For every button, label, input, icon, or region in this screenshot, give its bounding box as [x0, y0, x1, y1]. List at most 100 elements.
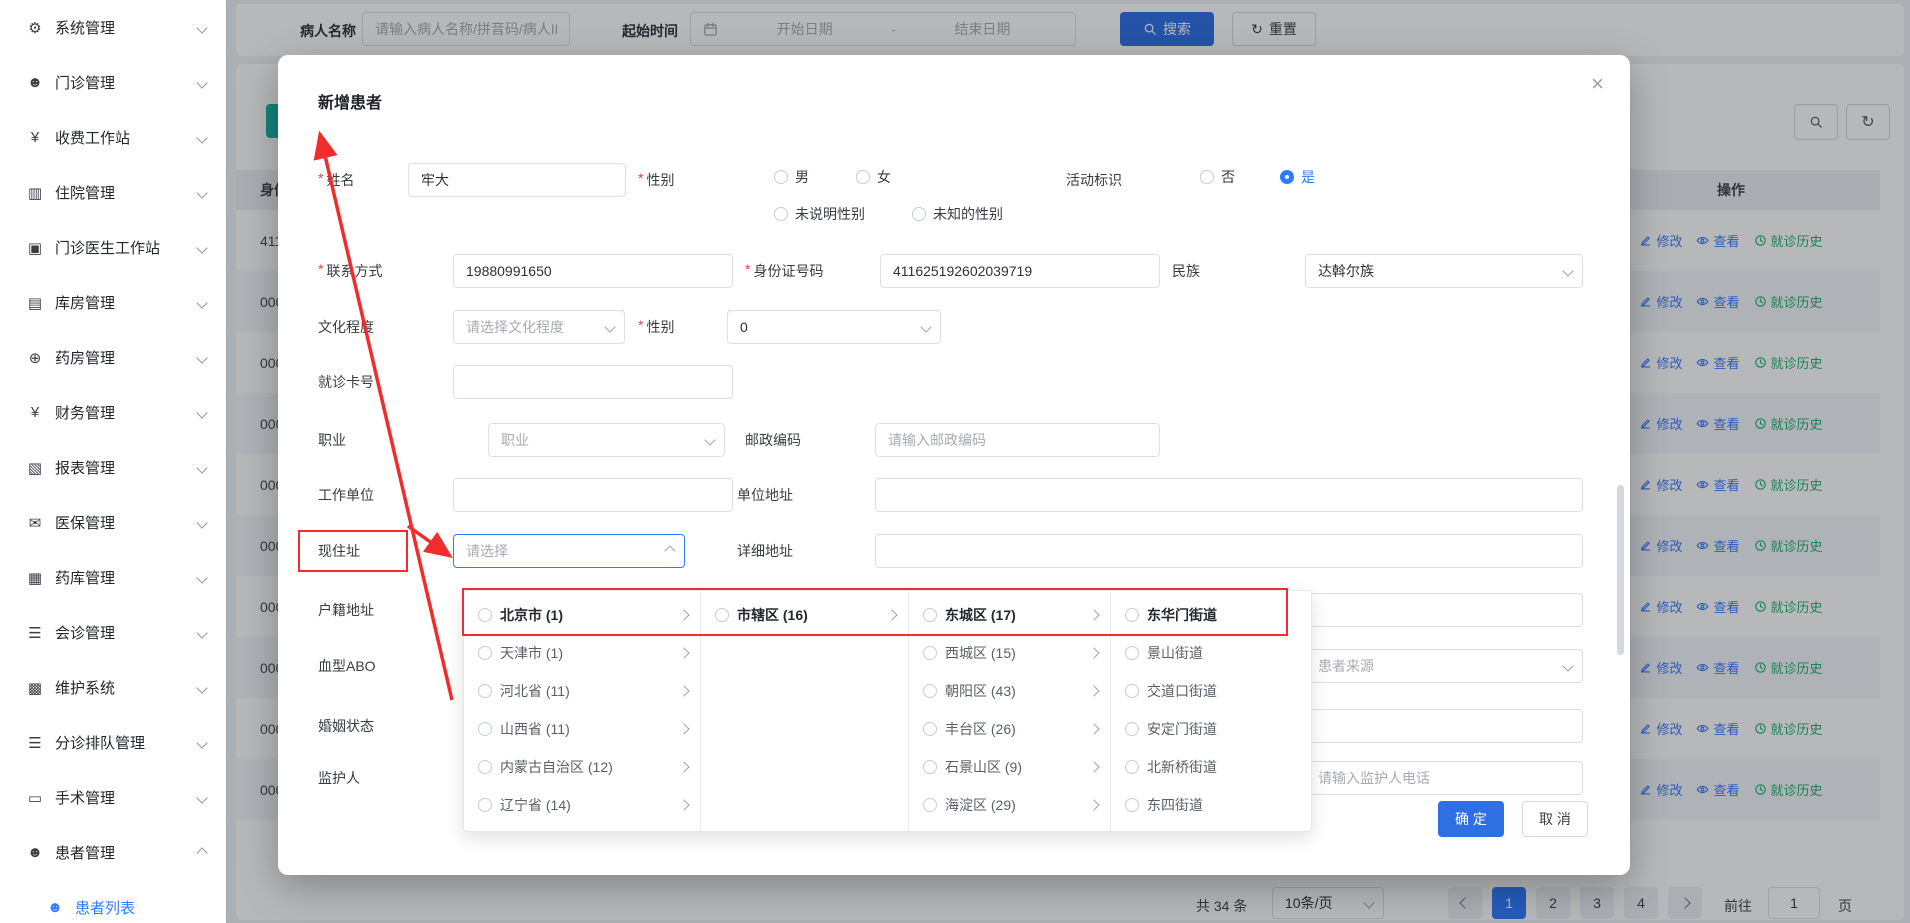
sidebar-item-triage-queue[interactable]: ☰ 分诊排队管理	[0, 715, 226, 770]
chevron-down-icon	[196, 847, 207, 858]
radio-icon	[1125, 722, 1139, 736]
sidebar-item-outpatient-doctor[interactable]: ▣ 门诊医生工作站	[0, 220, 226, 275]
cascader-street-option[interactable]: 安定门街道	[1111, 710, 1311, 748]
cascader-district-option[interactable]: 朝阳区 (43)	[909, 672, 1110, 710]
cascader-option-label: 海淀区 (29)	[945, 795, 1016, 815]
sidebar-item-consultation[interactable]: ☰ 会诊管理	[0, 605, 226, 660]
cascader-province-option[interactable]: 北京市 (1)	[464, 596, 700, 634]
radio-gender-unknown[interactable]: 未知的性别	[912, 204, 1003, 224]
cascader-option-label: 山西省 (11)	[500, 719, 570, 739]
chevron-right-icon	[678, 723, 689, 734]
sidebar-item-pharmacy[interactable]: ⊕ 药房管理	[0, 330, 226, 385]
sidebar-item-patient[interactable]: ☻ 患者管理	[0, 825, 226, 880]
cascader-district-option[interactable]: 东城区 (17)	[909, 596, 1110, 634]
radio-icon	[856, 170, 870, 184]
sidebar-item-inpatient[interactable]: ▥ 住院管理	[0, 165, 226, 220]
radio-male[interactable]: 男	[774, 167, 809, 187]
radio-icon	[1125, 760, 1139, 774]
sidebar-item-charging[interactable]: ¥ 收费工作站	[0, 110, 226, 165]
radio-icon	[478, 646, 492, 660]
radio-active-no[interactable]: 否	[1200, 167, 1235, 187]
visit-card-input[interactable]	[453, 365, 733, 399]
gender2-label: * 性别	[638, 317, 674, 337]
cascader-district-option[interactable]: 丰台区 (26)	[909, 710, 1110, 748]
job-select[interactable]: 职业	[488, 423, 725, 457]
radio-icon	[478, 722, 492, 736]
registered-address-right-input[interactable]	[1305, 593, 1583, 627]
gender2-select[interactable]: 0	[727, 310, 941, 344]
sidebar-item-label: 会诊管理	[55, 622, 198, 643]
guardian-phone-input[interactable]	[1305, 761, 1583, 795]
patient-source-placeholder: 患者来源	[1318, 656, 1374, 676]
cascader-street-option[interactable]: 交道口街道	[1111, 672, 1311, 710]
zip-input[interactable]	[875, 423, 1160, 457]
cascader-province-option[interactable]: 山西省 (11)	[464, 710, 700, 748]
current-address-cascader[interactable]: 请选择	[453, 534, 685, 568]
name-input[interactable]	[408, 163, 626, 197]
education-select[interactable]: 请选择文化程度	[453, 310, 625, 344]
contact-input[interactable]	[453, 254, 733, 288]
modal-scrollbar[interactable]	[1617, 485, 1624, 655]
unit-address-input[interactable]	[875, 478, 1583, 512]
sidebar-item-surgery[interactable]: ▭ 手术管理	[0, 770, 226, 825]
sidebar-item-label: 系统管理	[55, 17, 198, 38]
cascader-district-option[interactable]: 海淀区 (29)	[909, 786, 1110, 824]
chevron-right-icon	[886, 609, 897, 620]
cascader-city-option[interactable]: 市辖区 (16)	[701, 596, 908, 634]
cascader-district-option[interactable]: 西城区 (15)	[909, 634, 1110, 672]
cascader-street-option[interactable]: 东华门街道	[1111, 596, 1311, 634]
sidebar-item-reports[interactable]: ▧ 报表管理	[0, 440, 226, 495]
chevron-down-icon	[704, 434, 715, 445]
sidebar-item-patient-list[interactable]: ☻ 患者列表	[0, 880, 226, 923]
marital-right-input[interactable]	[1305, 709, 1583, 743]
radio-active-yes[interactable]: 是	[1280, 167, 1315, 187]
chevron-down-icon	[196, 187, 207, 198]
sidebar-item-storeroom[interactable]: ▤ 库房管理	[0, 275, 226, 330]
radio-female[interactable]: 女	[856, 167, 891, 187]
radio-gender-unspecified[interactable]: 未说明性别	[774, 204, 865, 224]
cascader-option-label: 天津市 (1)	[500, 643, 563, 663]
cascader-street-option[interactable]: 北新桥街道	[1111, 748, 1311, 786]
cascader-province-option[interactable]: 辽宁省 (14)	[464, 786, 700, 824]
cascader-option-label: 东城区 (17)	[945, 605, 1016, 625]
cascader-option-label: 石景山区 (9)	[945, 757, 1022, 777]
cascader-street-option[interactable]: 东四街道	[1111, 786, 1311, 824]
chevron-down-icon	[1562, 265, 1573, 276]
radio-icon	[1125, 608, 1139, 622]
cascader-province-option[interactable]: 天津市 (1)	[464, 634, 700, 672]
radio-icon	[1125, 684, 1139, 698]
cascader-district-option[interactable]: 石景山区 (9)	[909, 748, 1110, 786]
radio-icon	[923, 798, 937, 812]
chevron-down-icon	[196, 352, 207, 363]
cascader-province-option[interactable]: 内蒙古自治区 (12)	[464, 748, 700, 786]
ethnic-select[interactable]: 达斡尔族	[1305, 254, 1583, 288]
sidebar-item-drug-storage[interactable]: ▦ 药库管理	[0, 550, 226, 605]
cascader-street-option[interactable]: 景山街道	[1111, 634, 1311, 672]
confirm-button[interactable]: 确 定	[1438, 801, 1504, 837]
sidebar-item-system[interactable]: ⚙ 系统管理	[0, 0, 226, 55]
required-mark: *	[638, 170, 643, 190]
required-mark: *	[318, 170, 323, 190]
sidebar-item-label: 门诊医生工作站	[55, 237, 198, 258]
sidebar-item-insurance[interactable]: ✉ 医保管理	[0, 495, 226, 550]
sidebar-item-maintenance[interactable]: ▩ 维护系统	[0, 660, 226, 715]
sidebar-item-label: 库房管理	[55, 292, 198, 313]
cascader-province-column: 北京市 (1) 天津市 (1) 河北省 (11)	[464, 591, 701, 831]
chevron-right-icon	[1088, 799, 1099, 810]
detail-address-input[interactable]	[875, 534, 1583, 568]
sidebar-item-outpatient[interactable]: ☻ 门诊管理	[0, 55, 226, 110]
close-icon[interactable]: ×	[1591, 73, 1604, 95]
sidebar-item-label: 报表管理	[55, 457, 198, 478]
chevron-right-icon	[1088, 609, 1099, 620]
radio-icon	[1200, 170, 1214, 184]
guardian-label: 监护人	[318, 768, 360, 788]
work-unit-input[interactable]	[453, 478, 733, 512]
chevron-down-icon	[920, 321, 931, 332]
idcard-input[interactable]	[880, 254, 1160, 288]
cascader-option-label: 辽宁省 (14)	[500, 795, 571, 815]
sidebar-item-finance[interactable]: ¥ 财务管理	[0, 385, 226, 440]
sidebar-subitem-label: 患者列表	[75, 897, 135, 918]
cascader-province-option[interactable]: 河北省 (11)	[464, 672, 700, 710]
patient-source-select[interactable]: 患者来源	[1305, 649, 1583, 683]
cancel-button[interactable]: 取 消	[1522, 801, 1588, 837]
